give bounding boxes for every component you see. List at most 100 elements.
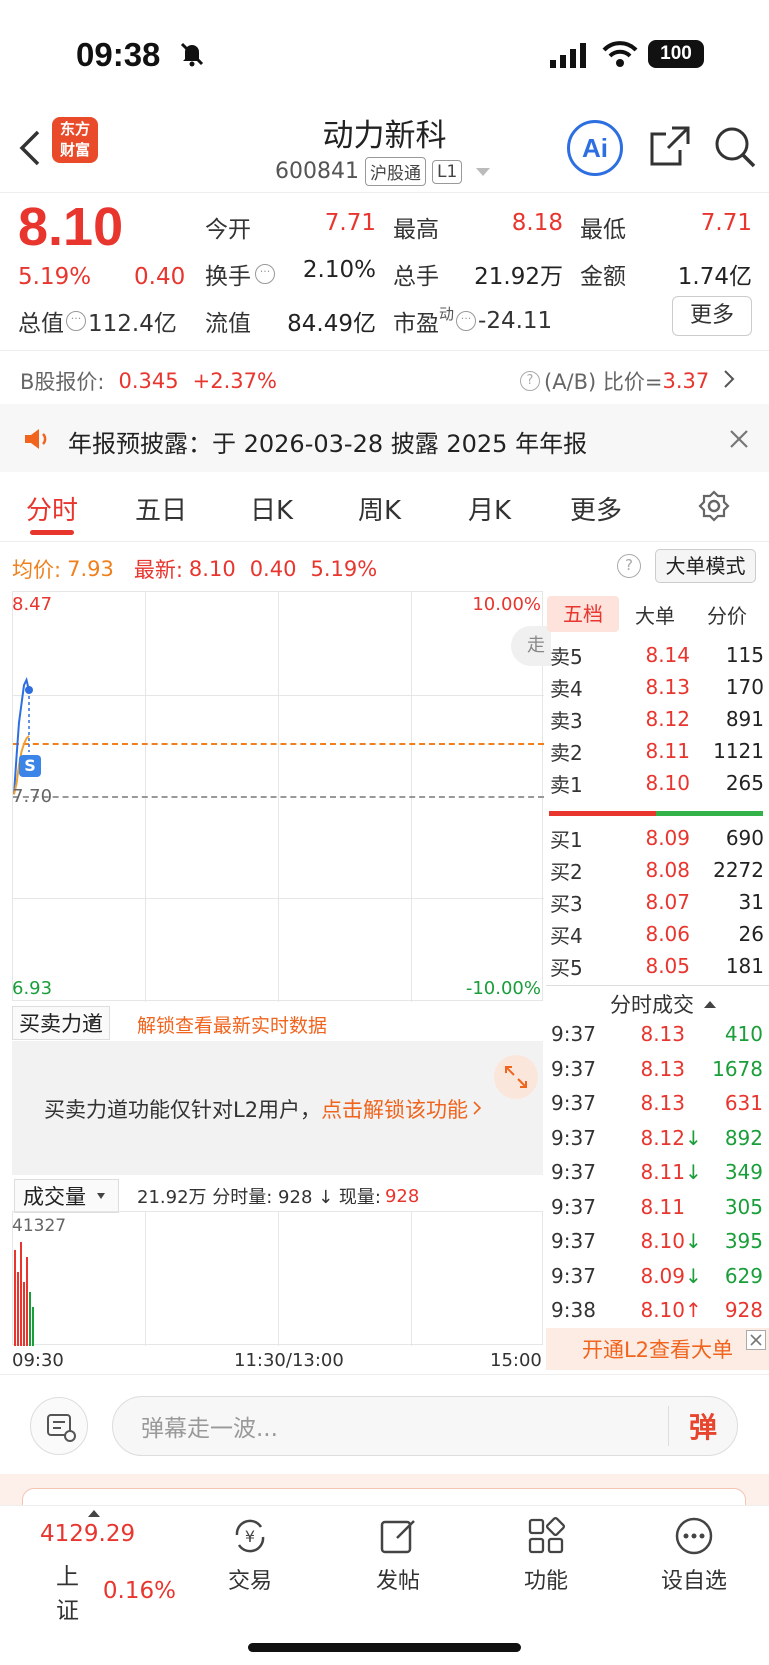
- trade-price: 8.09: [640, 1263, 685, 1288]
- index-pct: 0.16%: [102, 1578, 176, 1604]
- ai-label: Ai: [582, 132, 608, 163]
- bshare-row[interactable]: B股报价: 0.345 +2.37%: [20, 366, 277, 396]
- info-dots-icon[interactable]: ···: [255, 264, 275, 284]
- bid-row[interactable]: 买2 8.08 2272: [550, 854, 764, 886]
- force-message-row[interactable]: 买卖力道功能仅针对L2用户， 点击解锁该功能: [44, 1094, 482, 1124]
- trade-time: 9:37: [551, 1263, 596, 1288]
- ask-volume: 265: [725, 771, 764, 795]
- volume-chart[interactable]: [12, 1211, 543, 1346]
- trade-row: 9:37 8.13 631: [551, 1086, 763, 1121]
- danmaku-settings-icon[interactable]: [30, 1397, 88, 1455]
- nav-post[interactable]: 发帖: [328, 1515, 468, 1595]
- price-chart[interactable]: S 走: [12, 591, 551, 1002]
- help-icon[interactable]: ?: [520, 371, 540, 391]
- search-icon[interactable]: [712, 124, 758, 174]
- ask-volume: 170: [725, 675, 764, 699]
- bid-row[interactable]: 买4 8.06 26: [550, 918, 764, 950]
- more-button[interactable]: 更多: [672, 296, 752, 336]
- low-label: 最低: [580, 217, 626, 243]
- s-badge[interactable]: S: [19, 755, 41, 777]
- settings-gear-icon[interactable]: [698, 490, 730, 526]
- orderbook-tab-five-level[interactable]: 五档: [547, 596, 619, 632]
- y-axis-mid: 7.70: [12, 786, 53, 807]
- dropdown-caret-icon[interactable]: [476, 167, 491, 176]
- share-icon[interactable]: [648, 124, 692, 172]
- latest-pct: 5.19%: [310, 557, 378, 581]
- nav-add-watchlist[interactable]: 设自选: [624, 1515, 764, 1595]
- intraday-info-row: 均价: 7.93 最新: 8.10 0.40 5.19%: [12, 554, 377, 584]
- promo-strip: [0, 1474, 769, 1506]
- tab-daily-k[interactable]: 日K: [250, 490, 293, 527]
- index-name: 上证: [56, 1564, 79, 1624]
- bshare-change: +2.37%: [192, 369, 277, 393]
- bid-price: 8.09: [645, 826, 690, 850]
- price-lines-svg: [13, 676, 33, 795]
- volume-value: 21.92万: [474, 264, 563, 290]
- ask-row[interactable]: 卖5 8.14 115: [550, 639, 764, 671]
- edit-icon: [380, 1520, 415, 1554]
- trade-time: 9:37: [551, 1229, 596, 1254]
- volume-summary-row: 21.92万 分时量: 928 ↓ 现量: 928: [137, 1183, 419, 1209]
- close-icon[interactable]: [728, 428, 750, 454]
- bid-row[interactable]: 买3 8.07 31: [550, 886, 764, 918]
- status-time: 09:38: [76, 36, 161, 73]
- danmaku-input[interactable]: 弹幕走一波... 弹: [112, 1396, 738, 1456]
- unlock-l2-banner[interactable]: 开通L2查看大单: [546, 1328, 769, 1370]
- time-axis-start: 09:30: [12, 1350, 64, 1371]
- trades-header[interactable]: 分时成交: [610, 989, 716, 1019]
- bid-row[interactable]: 买5 8.05 181: [550, 950, 764, 982]
- info-dots-icon[interactable]: ···: [66, 311, 86, 331]
- expand-icon[interactable]: [494, 1055, 538, 1099]
- trade-price: 8.13: [640, 1056, 685, 1081]
- speaker-icon: [22, 426, 50, 456]
- force-selector[interactable]: 买卖力道: [12, 1006, 110, 1040]
- nav-functions[interactable]: 功能: [476, 1515, 616, 1595]
- side-tab[interactable]: 走: [511, 626, 551, 666]
- orderbook-tab-large[interactable]: 大单: [619, 600, 691, 629]
- danmaku-send-button[interactable]: 弹: [669, 1406, 737, 1446]
- nav-trade[interactable]: ¥ 交易: [180, 1515, 320, 1595]
- trade-arrow: ↑: [685, 1298, 702, 1323]
- stock-code-row[interactable]: 600841 沪股通 L1: [275, 157, 491, 186]
- trade-price-cell: 8.11: [615, 1195, 697, 1219]
- y-axis-bottom: 6.93: [12, 978, 53, 999]
- force-unlock-link[interactable]: 解锁查看最新实时数据: [137, 1011, 327, 1038]
- trade-price-cell: 8.13: [615, 1022, 697, 1046]
- tab-intraday[interactable]: 分时: [26, 490, 78, 527]
- trade-time: 9:37: [551, 1194, 596, 1219]
- ab-ratio-row[interactable]: ? (A/B) 比价= 3.37: [520, 366, 735, 396]
- tab-more[interactable]: 更多: [570, 490, 622, 527]
- index-widget[interactable]: 4129.29 上证 0.16%: [26, 1510, 176, 1625]
- bid-row[interactable]: 买1 8.09 690: [550, 822, 764, 854]
- volume-bar: [17, 1272, 19, 1346]
- bid-volume: 181: [725, 954, 764, 978]
- tab-five-day[interactable]: 五日: [135, 490, 187, 527]
- signal-icon: [550, 42, 590, 72]
- orderbook-tab-price[interactable]: 分价: [691, 600, 763, 629]
- quote-divider: [0, 350, 769, 351]
- volume-bar: [23, 1282, 25, 1346]
- ask-row[interactable]: 卖1 8.10 265: [550, 767, 764, 799]
- info-dots-icon[interactable]: ···: [456, 311, 477, 331]
- close-icon[interactable]: [746, 1330, 766, 1350]
- ask-row[interactable]: 卖4 8.13 170: [550, 671, 764, 703]
- tab-monthly-k[interactable]: 月K: [468, 490, 511, 527]
- help-icon[interactable]: ?: [617, 554, 641, 578]
- latest-value: 8.10: [188, 557, 236, 581]
- trade-price-cell: 8.13: [615, 1057, 697, 1081]
- trade-time: 9:37: [551, 1091, 596, 1116]
- pe-dynamic-sup: 动: [439, 304, 455, 323]
- large-order-mode-button[interactable]: 大单模式: [655, 549, 756, 583]
- turnover-label-row: 换手 ···: [205, 257, 275, 291]
- ask-row[interactable]: 卖2 8.11 1121: [550, 735, 764, 767]
- ask-row[interactable]: 卖3 8.12 891: [550, 703, 764, 735]
- ai-button[interactable]: Ai: [567, 120, 623, 176]
- trade-price: 8.10: [640, 1229, 685, 1254]
- tab-weekly-k[interactable]: 周K: [358, 490, 401, 527]
- trade-time: 9:37: [551, 1022, 596, 1047]
- home-indicator: [248, 1643, 521, 1652]
- volume-selector[interactable]: 成交量: [14, 1179, 119, 1213]
- ask-label: 卖2: [550, 740, 583, 765]
- force-message-link[interactable]: 点击解锁该功能: [321, 1094, 468, 1124]
- pe-value: -24.11: [478, 308, 553, 334]
